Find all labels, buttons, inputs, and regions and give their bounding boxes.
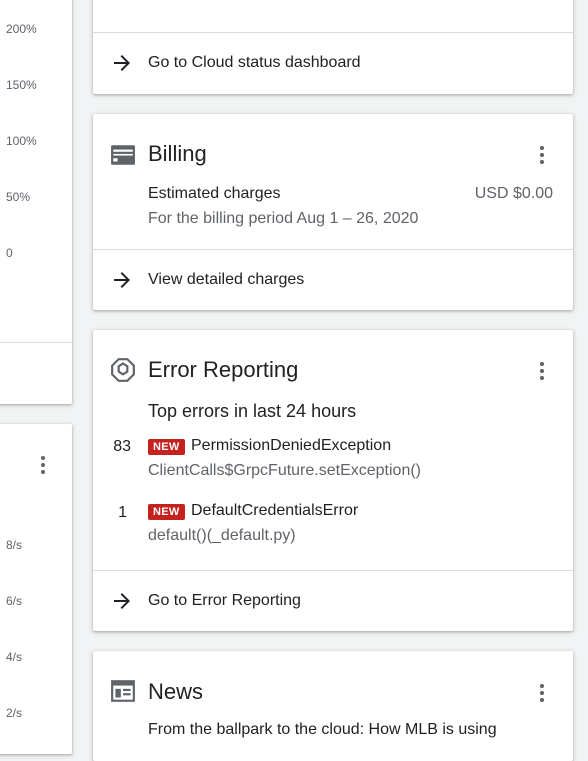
more-options-icon[interactable]	[530, 359, 554, 383]
cloud-status-card: Go to Cloud status dashboard	[93, 0, 573, 94]
billing-card-icon	[111, 145, 135, 165]
y-axis-tick: 4/s	[6, 650, 23, 664]
y-axis-tick: 8/s	[6, 538, 23, 552]
error-location: ClientCalls$GrpcFuture.setException()	[148, 462, 421, 479]
link-label: Go to Error Reporting	[148, 592, 301, 609]
estimated-charges-value: USD $0.00	[474, 185, 553, 202]
news-card: News From the ballpark to the cloud: How…	[93, 651, 573, 761]
y-axis-tick: 0	[6, 246, 13, 260]
error-reporting-icon	[111, 358, 135, 382]
error-name: DefaultCredentialsError	[191, 502, 359, 519]
y-axis-tick: 2/s	[6, 706, 23, 720]
card-divider	[0, 342, 72, 343]
y-axis-tick: 100%	[6, 134, 37, 148]
more-options-icon[interactable]	[530, 681, 554, 705]
arrow-forward-icon	[114, 55, 130, 71]
error-reporting-card: Error Reporting Top errors in last 24 ho…	[93, 330, 573, 631]
y-axis-tick: 6/s	[6, 594, 23, 608]
y-axis-tick: 150%	[6, 78, 37, 92]
card-title: Error Reporting	[148, 357, 299, 382]
news-headline-link[interactable]: From the ballpark to the cloud: How MLB …	[148, 721, 497, 739]
card-title: News	[148, 679, 204, 704]
billing-period: For the billing period Aug 1 – 26, 2020	[148, 210, 419, 227]
arrow-forward-icon	[114, 272, 130, 288]
estimated-charges-label: Estimated charges	[148, 185, 281, 202]
cloud-status-dashboard-link[interactable]: Go to Cloud status dashboard	[93, 33, 573, 93]
error-location: default()(_default.py)	[148, 527, 296, 544]
new-badge: NEW	[148, 439, 185, 455]
billing-card: Billing Estimated charges USD $0.00 For …	[93, 114, 573, 310]
requests-chart-card: 8/s 6/s 4/s 2/s	[0, 424, 72, 754]
error-count: 1	[118, 504, 127, 521]
go-to-error-reporting-link[interactable]: Go to Error Reporting	[93, 571, 573, 631]
more-options-icon[interactable]	[31, 453, 55, 477]
error-count: 83	[113, 438, 131, 455]
news-icon	[111, 680, 135, 702]
y-axis-tick: 50%	[6, 190, 31, 204]
link-label: View detailed charges	[148, 271, 305, 288]
y-axis-tick: 200%	[6, 22, 37, 36]
error-name: PermissionDeniedException	[191, 437, 392, 454]
card-title: Billing	[148, 141, 207, 166]
link-label: Go to Cloud status dashboard	[148, 54, 361, 71]
cpu-chart-card: 200% 150% 100% 50% 0	[0, 0, 72, 404]
arrow-forward-icon	[114, 593, 130, 609]
new-badge: NEW	[148, 504, 185, 520]
view-detailed-charges-link[interactable]: View detailed charges	[93, 250, 573, 310]
error-reporting-subtitle: Top errors in last 24 hours	[148, 401, 357, 421]
more-options-icon[interactable]	[530, 143, 554, 167]
